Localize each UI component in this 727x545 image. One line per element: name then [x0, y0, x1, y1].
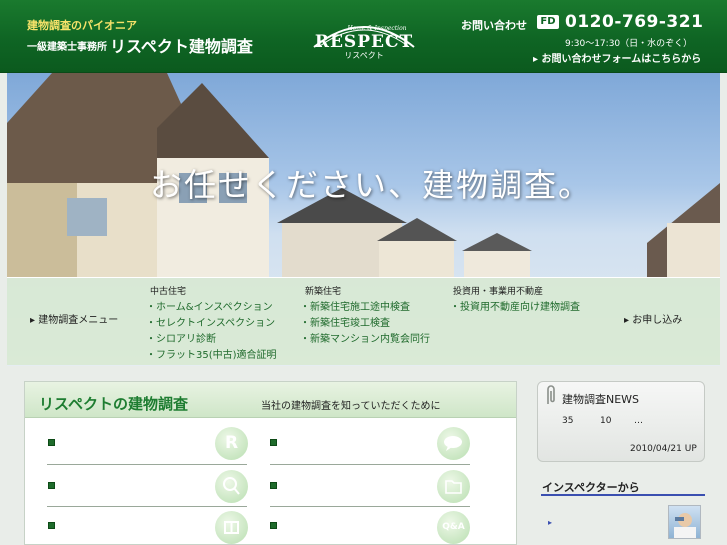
- menu-item-termite[interactable]: ・シロアリ診断: [146, 330, 216, 345]
- speech-bubble-icon[interactable]: [437, 427, 470, 460]
- gate-icon[interactable]: [215, 511, 248, 544]
- row-divider: [47, 506, 247, 507]
- menu-item-investment[interactable]: ・投資用不動産向け建物調査: [450, 298, 580, 313]
- respect-logo[interactable]: Home & Inspection RESPECT リスペクト: [306, 13, 422, 60]
- row-divider: [270, 464, 470, 465]
- list-bullet-icon: [48, 439, 55, 446]
- apply-link[interactable]: ▸ お申し込み: [624, 311, 682, 326]
- qa-icon[interactable]: Q&A: [437, 511, 470, 544]
- inspector-title: インスペクターから: [542, 481, 640, 494]
- news-box: 建物調査NEWS 35 10 … 2010/04/21 UP: [537, 381, 705, 462]
- list-bullet-icon: [270, 482, 277, 489]
- business-hours: 9:30～17:30（日・水のぞく）: [565, 39, 693, 49]
- paperclip-icon: [547, 385, 555, 404]
- news-ellipsis: …: [634, 416, 643, 426]
- menu-item-select-inspection[interactable]: ・セレクトインスペクション: [146, 314, 275, 329]
- contact-form-link[interactable]: ▸ お問い合わせフォームはこちらから: [533, 50, 701, 65]
- menu-item-new-mansion[interactable]: ・新築マンション内覧会同行: [300, 330, 430, 345]
- news-title: 建物調査NEWS: [562, 393, 640, 406]
- r-icon[interactable]: R: [215, 427, 248, 460]
- company-name[interactable]: リスペクト建物調査: [110, 33, 253, 57]
- main-panel-title: リスペクトの建物調査: [39, 395, 188, 413]
- logo-wordmark: RESPECT: [314, 32, 414, 52]
- menu-item-new-midway[interactable]: ・新築住宅施工途中検査: [300, 298, 410, 313]
- menu-item-new-completion[interactable]: ・新築住宅竣工検査: [300, 314, 390, 329]
- list-bullet-icon: [270, 522, 277, 529]
- inspector-bullet-icon[interactable]: ▸: [548, 518, 552, 527]
- news-date: 2010/04/21 UP: [630, 444, 697, 454]
- tagline: 建物調査のパイオニア: [27, 19, 137, 32]
- magnifier-icon[interactable]: [215, 470, 248, 503]
- logo-tagline: Home & Inspection: [347, 25, 407, 32]
- inspector-photo[interactable]: [668, 505, 701, 539]
- menu-item-flat35[interactable]: ・フラット35(中古)適合証明: [146, 346, 277, 361]
- menu-heading-new: 新築住宅: [305, 287, 342, 297]
- news-number: 35: [562, 416, 574, 426]
- folder-icon[interactable]: [437, 470, 470, 503]
- main-panel-subtitle: 当社の建物調査を知っていただくために: [261, 401, 441, 412]
- inspection-menu-label: ▸ 建物調査メニュー: [30, 315, 119, 326]
- menu-item-home-inspection[interactable]: ・ホーム&インスペクション: [146, 298, 273, 313]
- row-divider: [270, 506, 470, 507]
- main-panel-header: リスペクトの建物調査 当社の建物調査を知っていただくために: [25, 382, 516, 418]
- row-divider: [47, 464, 247, 465]
- contact-label: お問い合わせ: [461, 19, 527, 32]
- menu-heading-used: 中古住宅: [150, 287, 187, 297]
- phone-number[interactable]: 0120-769-321: [565, 12, 703, 32]
- inspector-divider: [541, 494, 705, 496]
- list-bullet-icon: [48, 482, 55, 489]
- menu-heading-investment: 投資用・事業用不動産: [453, 287, 544, 297]
- news-number: 10: [600, 416, 612, 426]
- site-header: 建物調査のパイオニア 一級建築士事務所 リスペクト建物調査 Home & Ins…: [0, 0, 727, 73]
- main-panel: リスペクトの建物調査 当社の建物調査を知っていただくために R Q&A: [24, 381, 517, 545]
- company-subtitle: 一級建築士事務所: [27, 42, 107, 53]
- list-bullet-icon: [270, 439, 277, 446]
- list-bullet-icon: [48, 522, 55, 529]
- hero-catchcopy: お任せください、建物調査。: [150, 166, 593, 204]
- logo-kana: リスペクト: [344, 51, 384, 60]
- freedial-icon: FD: [537, 15, 559, 29]
